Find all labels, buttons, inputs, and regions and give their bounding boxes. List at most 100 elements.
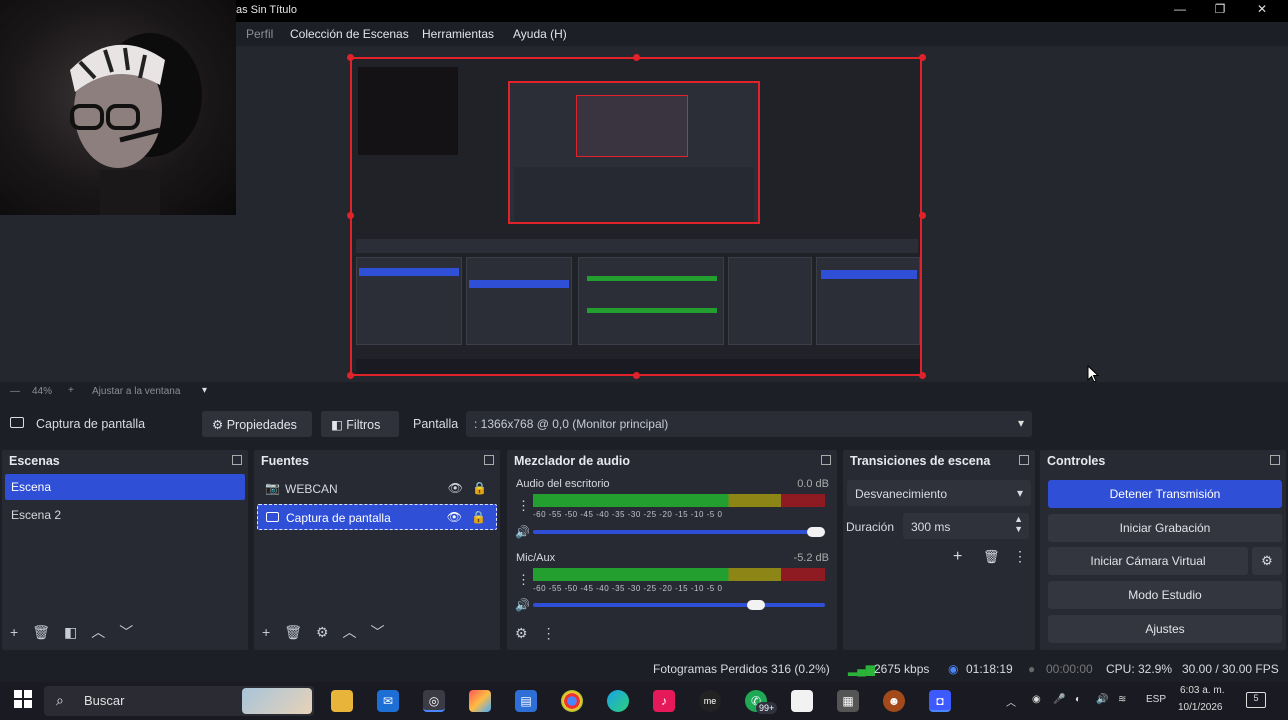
zoom-fit-label[interactable]: Ajustar a la ventana bbox=[92, 386, 180, 397]
kebab-menu-icon[interactable]: ⋮ bbox=[517, 498, 530, 514]
channel-name: Audio del escritorio bbox=[516, 478, 610, 490]
close-button[interactable]: ✕ bbox=[1252, 2, 1272, 18]
add-icon[interactable]: + bbox=[10, 624, 18, 640]
chevron-down-icon[interactable]: ﹀ bbox=[371, 624, 385, 640]
speaker-icon[interactable]: 🔊 bbox=[515, 598, 530, 612]
language-indicator[interactable]: ESP bbox=[1146, 694, 1166, 705]
mail-icon[interactable]: ✉ bbox=[377, 690, 399, 712]
edge-icon[interactable] bbox=[607, 690, 629, 712]
display-select[interactable]: : 1366x768 @ 0,0 (Monitor principal) ▾ bbox=[466, 411, 1032, 437]
camera-icon: 📷 bbox=[265, 481, 280, 495]
chevron-up-icon[interactable]: ︿ bbox=[343, 624, 357, 640]
microphone-icon[interactable]: 🎤 bbox=[1053, 694, 1065, 705]
kebab-menu-icon[interactable]: ⋮ bbox=[1013, 548, 1027, 565]
settings-button[interactable]: Ajustes bbox=[1048, 615, 1282, 643]
bitrate: 2675 kbps bbox=[874, 662, 930, 676]
taskbar: ⌕ Buscar ✉ ◎ ▤ ♪ me ✆ 99+ ▦ ☻ ◘ ︿ ◉ 🎤 ◐ … bbox=[0, 682, 1288, 720]
taskbar-search[interactable]: ⌕ Buscar bbox=[44, 686, 314, 716]
kebab-menu-icon[interactable]: ⋮ bbox=[517, 572, 530, 588]
cpu-usage: CPU: 32.9% bbox=[1106, 662, 1173, 676]
speaker-icon[interactable]: 🔊 bbox=[515, 525, 530, 539]
menu-ayuda[interactable]: Ayuda (H) bbox=[513, 27, 567, 41]
undock-icon[interactable] bbox=[1019, 455, 1029, 465]
document-icon[interactable] bbox=[791, 690, 813, 712]
scene-item[interactable]: Escena 2 bbox=[5, 502, 245, 528]
tray-app-icon[interactable]: ◐ bbox=[1075, 694, 1081, 705]
filters-button[interactable]: ◧ Filtros bbox=[321, 411, 399, 437]
gear-icon[interactable]: ⚙ bbox=[316, 624, 329, 640]
eye-icon[interactable]: 👁 bbox=[448, 481, 463, 495]
filter-icon[interactable]: ◧ bbox=[64, 624, 77, 640]
obs-icon[interactable]: ◎ bbox=[423, 690, 445, 712]
chrome-icon[interactable] bbox=[561, 690, 583, 712]
clock-date[interactable]: 10/1/2026 bbox=[1178, 702, 1223, 713]
copilot-icon[interactable] bbox=[469, 690, 491, 712]
volume-handle[interactable] bbox=[807, 527, 825, 537]
menu-perfil[interactable]: Perfil bbox=[246, 27, 273, 41]
trash-icon[interactable]: 🗑 bbox=[983, 549, 1000, 565]
spin-arrows-icon[interactable]: ▲ ▼ bbox=[1014, 514, 1023, 534]
zoom-plus-icon[interactable]: + bbox=[68, 385, 74, 396]
fps: 30.00 / 30.00 FPS bbox=[1182, 662, 1279, 676]
discord-icon[interactable]: ◘ bbox=[929, 690, 951, 712]
add-icon[interactable]: + bbox=[262, 624, 270, 640]
undock-icon[interactable] bbox=[821, 455, 831, 465]
windows-start-icon[interactable] bbox=[12, 690, 34, 712]
trash-icon[interactable]: 🗑 bbox=[32, 624, 50, 640]
chevron-down-icon[interactable]: ﹀ bbox=[119, 624, 133, 640]
add-icon[interactable]: + bbox=[953, 548, 962, 566]
notification-center-icon[interactable]: 5 bbox=[1246, 692, 1266, 708]
game-icon[interactable]: ☻ bbox=[883, 690, 905, 712]
wifi-icon[interactable]: ≋ bbox=[1118, 694, 1126, 705]
lock-icon[interactable]: 🔒 bbox=[471, 510, 486, 524]
undock-icon[interactable] bbox=[1270, 455, 1280, 465]
maximize-button[interactable]: ❐ bbox=[1210, 2, 1230, 18]
properties-button[interactable]: ⚙ Propiedades bbox=[202, 411, 312, 437]
app-icon[interactable]: ▦ bbox=[837, 690, 859, 712]
status-bar: Fotogramas Perdidos 316 (0.2%) ▂▄▆ 2675 … bbox=[0, 656, 1288, 682]
volume-handle[interactable] bbox=[746, 600, 765, 610]
file-explorer-icon[interactable] bbox=[331, 690, 353, 712]
zoom-minus-icon[interactable]: — bbox=[10, 386, 20, 397]
tiktok-icon[interactable]: ♪ bbox=[653, 690, 675, 712]
volume-slider[interactable] bbox=[533, 603, 825, 607]
clock-time[interactable]: 6:03 a. m. bbox=[1180, 685, 1224, 696]
transition-select[interactable]: Desvanecimiento ▾ bbox=[847, 480, 1031, 506]
source-item[interactable]: Captura de pantalla 👁 🔒 bbox=[257, 504, 497, 530]
gear-icon[interactable]: ⚙ bbox=[515, 625, 528, 641]
sources-header: Fuentes bbox=[254, 450, 500, 472]
source-item[interactable]: 📷 WEBCAN 👁 🔒 bbox=[257, 476, 497, 502]
tray-app-icon[interactable]: ◉ bbox=[1032, 694, 1041, 705]
chevron-up-icon[interactable]: ︿ bbox=[91, 624, 105, 640]
mixer-footer: ⚙ ⋮ bbox=[515, 625, 570, 642]
kebab-menu-icon[interactable]: ⋮ bbox=[542, 625, 556, 641]
store-icon[interactable]: ▤ bbox=[515, 690, 537, 712]
minimize-button[interactable]: — bbox=[1170, 2, 1190, 18]
selected-source-label: Captura de pantalla bbox=[36, 417, 146, 431]
scene-item[interactable]: Escena bbox=[5, 474, 245, 500]
search-icon: ⌕ bbox=[56, 692, 64, 708]
lock-icon[interactable]: 🔒 bbox=[472, 481, 487, 495]
undock-icon[interactable] bbox=[484, 455, 494, 465]
menu-coleccion-escenas[interactable]: Colección de Escenas bbox=[290, 27, 409, 41]
nested-sources bbox=[466, 257, 572, 345]
display-label: Pantalla bbox=[413, 417, 459, 431]
studio-mode-button[interactable]: Modo Estudio bbox=[1048, 581, 1282, 609]
screen-capture-preview[interactable] bbox=[350, 57, 922, 376]
duration-input[interactable]: 300 ms ▲ ▼ bbox=[903, 513, 1029, 539]
gear-icon[interactable]: ⚙ bbox=[1252, 547, 1282, 575]
trash-icon[interactable]: 🗑 bbox=[284, 624, 302, 640]
undock-icon[interactable] bbox=[232, 455, 242, 465]
chevron-up-icon[interactable]: ︿ bbox=[1006, 694, 1016, 709]
controls-header: Controles bbox=[1040, 450, 1286, 472]
start-virtual-camera-button[interactable]: Iniciar Cámara Virtual bbox=[1048, 547, 1248, 575]
volume-slider[interactable] bbox=[533, 530, 825, 534]
zoom-dropdown-icon[interactable]: ▾ bbox=[202, 385, 207, 396]
nested-transitions bbox=[728, 257, 812, 345]
app-icon[interactable]: me bbox=[699, 690, 721, 712]
speaker-icon[interactable]: 🔊 bbox=[1096, 694, 1108, 705]
start-recording-button[interactable]: Iniciar Grabación bbox=[1048, 514, 1282, 542]
eye-icon[interactable]: 👁 bbox=[447, 510, 462, 524]
menu-herramientas[interactable]: Herramientas bbox=[422, 27, 494, 41]
stop-streaming-button[interactable]: Detener Transmisión bbox=[1048, 480, 1282, 508]
